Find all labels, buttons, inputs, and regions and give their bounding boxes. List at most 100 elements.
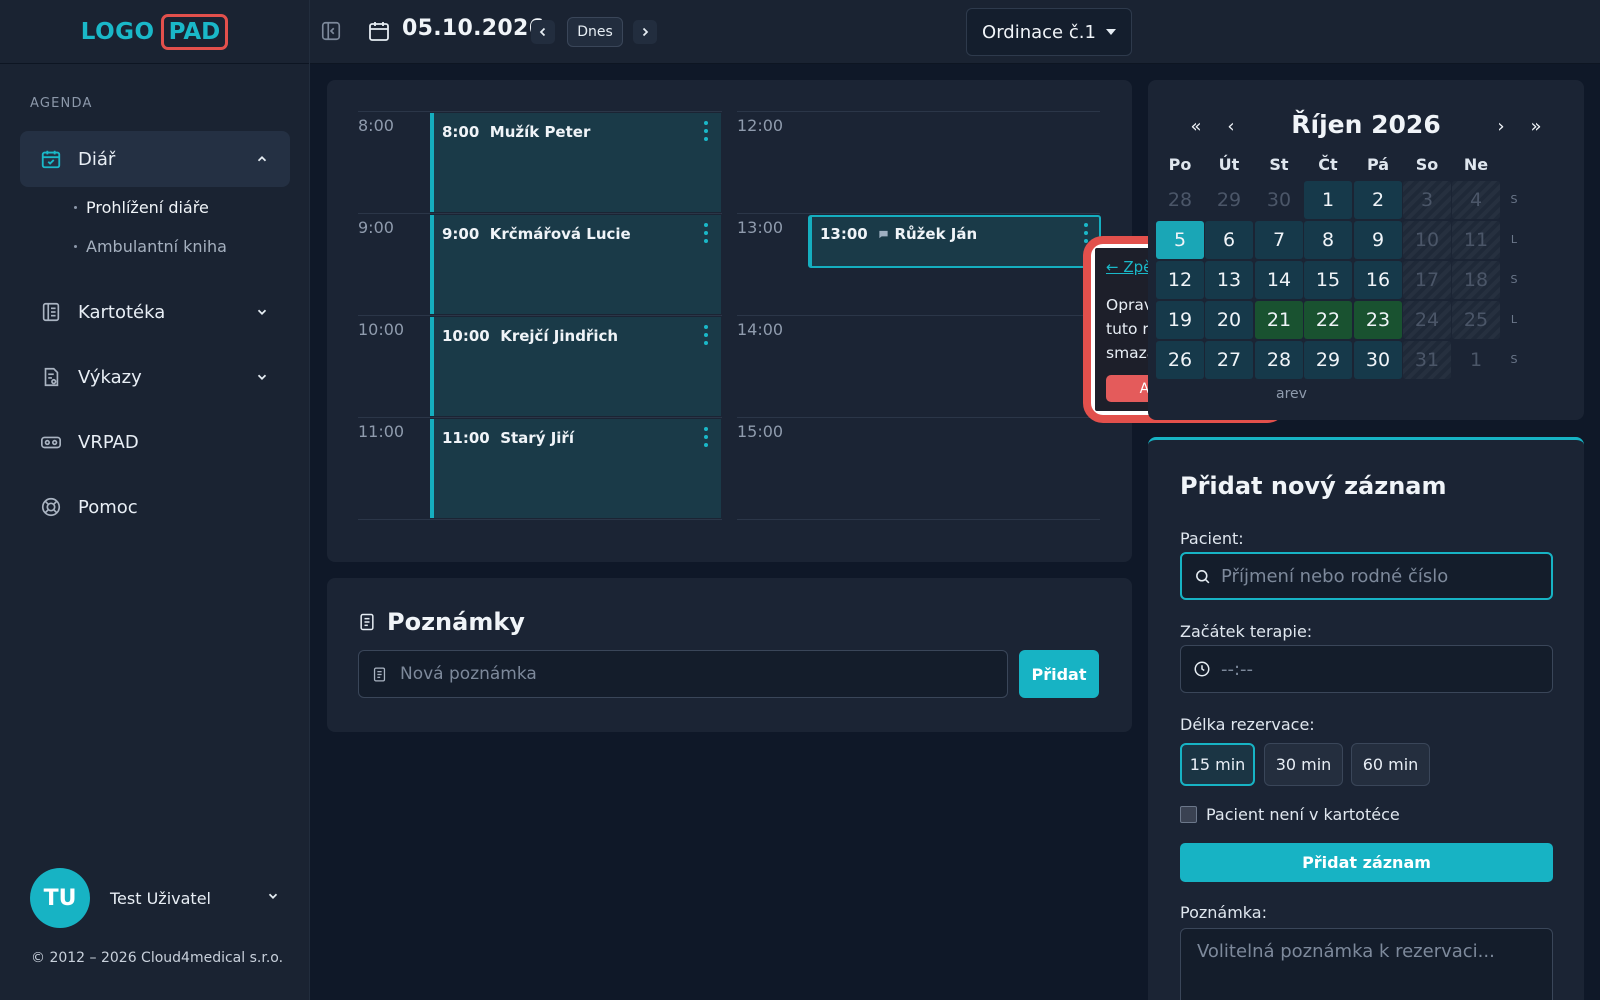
- user-menu[interactable]: TU Test Uživatel: [30, 868, 280, 928]
- appointment-card[interactable]: 11:00 Starý Jiří: [430, 419, 721, 518]
- last-month-button[interactable]: »: [1526, 116, 1546, 137]
- calendar-day[interactable]: 5: [1156, 221, 1204, 259]
- sidebar-item-diar[interactable]: Diář: [20, 131, 290, 187]
- not-in-registry-checkbox[interactable]: Pacient není v kartotéce: [1180, 805, 1400, 824]
- weekday-label: Ne: [1463, 155, 1489, 174]
- length-60-button[interactable]: 60 min: [1351, 743, 1430, 786]
- calendar-day[interactable]: 4: [1452, 181, 1500, 219]
- appointment-label: 8:00 Mužík Peter: [442, 123, 591, 141]
- chevron-up-icon: [252, 149, 272, 169]
- kebab-menu-icon[interactable]: [1083, 223, 1089, 243]
- kebab-menu-icon[interactable]: [703, 223, 709, 243]
- slot-divider: [737, 111, 1100, 112]
- calendar-day[interactable]: 27: [1205, 341, 1253, 379]
- calendar-day[interactable]: 29: [1304, 341, 1352, 379]
- calendar-day[interactable]: 29: [1205, 181, 1253, 219]
- calendar-day[interactable]: 11: [1452, 221, 1500, 259]
- calendar-day[interactable]: 15: [1304, 261, 1352, 299]
- office-select-value: Ordinace č.1: [982, 21, 1096, 43]
- calendar-day[interactable]: 28: [1156, 181, 1204, 219]
- add-note-button[interactable]: Přidat: [1019, 650, 1099, 698]
- calendar-title: Říjen 2026: [1291, 110, 1441, 139]
- bullet-dot: [74, 206, 77, 209]
- patient-search-input[interactable]: Příjmení nebo rodné číslo: [1180, 552, 1553, 600]
- calendar-day[interactable]: 24: [1403, 301, 1451, 339]
- next-day-button[interactable]: [633, 20, 657, 44]
- patient-search-placeholder: Příjmení nebo rodné číslo: [1221, 565, 1449, 587]
- new-note-placeholder: Nová poznámka: [400, 664, 537, 684]
- start-time-placeholder: --:--: [1221, 658, 1254, 680]
- office-select[interactable]: Ordinace č.1: [966, 8, 1132, 56]
- caret-down-icon: [1105, 29, 1116, 35]
- calendar-day[interactable]: 13: [1205, 261, 1253, 299]
- sidebar-item-kartoteka[interactable]: Kartotéka: [20, 284, 290, 340]
- calendar-day[interactable]: 7: [1255, 221, 1303, 259]
- length-30-button[interactable]: 30 min: [1264, 743, 1343, 786]
- calendar-day[interactable]: 17: [1403, 261, 1451, 299]
- calendar-day[interactable]: 1: [1452, 341, 1500, 379]
- length-15-button[interactable]: 15 min: [1180, 743, 1255, 786]
- search-icon: [1196, 569, 1210, 583]
- sidebar-item-vrpad[interactable]: VRPAD: [20, 414, 290, 470]
- calendar-day[interactable]: 28: [1255, 341, 1303, 379]
- appointment-card[interactable]: 10:00 Krejčí Jindřich: [430, 317, 721, 416]
- chevron-right-icon: [642, 27, 649, 37]
- next-month-button[interactable]: ›: [1491, 116, 1511, 137]
- sidebar-subitem-ambulantni-kniha[interactable]: Ambulantní kniha: [74, 237, 227, 256]
- kebab-menu-icon[interactable]: [703, 427, 709, 447]
- calendar-day[interactable]: 26: [1156, 341, 1204, 379]
- calendar-day[interactable]: 9: [1354, 221, 1402, 259]
- calendar-day[interactable]: 12: [1156, 261, 1204, 299]
- checkbox[interactable]: [1180, 806, 1197, 823]
- notes-title: Poznámky: [387, 608, 525, 636]
- slot-divider: [358, 417, 722, 418]
- appointment-card[interactable]: 8:00 Mužík Peter: [430, 113, 721, 212]
- add-record-button[interactable]: Přidat záznam: [1180, 843, 1553, 882]
- calendar-day[interactable]: 31: [1403, 341, 1451, 379]
- kebab-menu-icon[interactable]: [703, 325, 709, 345]
- current-date[interactable]: 05.10.2026: [402, 16, 544, 41]
- start-time-input[interactable]: --:--: [1180, 645, 1553, 693]
- weekday-label: Po: [1168, 155, 1192, 174]
- calendar-day[interactable]: 3: [1403, 181, 1451, 219]
- calendar-day[interactable]: 25: [1452, 301, 1500, 339]
- sidebar-subitem-prohlizeni[interactable]: Prohlížení diáře: [74, 198, 209, 217]
- weekday-label: Čt: [1318, 155, 1338, 174]
- calendar-day[interactable]: 10: [1403, 221, 1451, 259]
- today-button[interactable]: Dnes: [567, 17, 623, 47]
- prev-day-button[interactable]: [531, 20, 555, 44]
- calendar-day[interactable]: 14: [1255, 261, 1303, 299]
- note-textarea[interactable]: Volitelná poznámka k rezervaci...: [1180, 928, 1553, 1000]
- sidebar-item-vykazy[interactable]: Výkazy: [20, 349, 290, 405]
- time-label: 11:00: [358, 422, 405, 441]
- calendar-day[interactable]: 21: [1255, 301, 1303, 339]
- time-label: 10:00: [358, 320, 405, 339]
- calendar-day[interactable]: 18: [1452, 261, 1500, 299]
- calendar-day[interactable]: 8: [1304, 221, 1352, 259]
- calendar-day[interactable]: 16: [1354, 261, 1402, 299]
- calendar-day[interactable]: 2: [1354, 181, 1402, 219]
- appointment-card-selected[interactable]: 13:00 Růžek Ján: [808, 215, 1101, 268]
- kebab-menu-icon[interactable]: [703, 121, 709, 141]
- new-note-input[interactable]: Nová poznámka: [358, 650, 1008, 698]
- slot-divider: [737, 417, 1100, 418]
- sidebar-subitem-label: Ambulantní kniha: [86, 237, 227, 256]
- comment-icon: [879, 230, 888, 239]
- schedule-panel: 8:00 9:00 10:00 11:00 12:00 13:00 14:00 …: [327, 80, 1132, 562]
- calendar-day[interactable]: 22: [1304, 301, 1352, 339]
- calendar-day[interactable]: 1: [1304, 181, 1352, 219]
- calendar-day[interactable]: 30: [1354, 341, 1402, 379]
- calendar-day[interactable]: 30: [1255, 181, 1303, 219]
- start-time-label: Začátek terapie:: [1180, 622, 1313, 641]
- calendar-icon[interactable]: [367, 19, 393, 45]
- calendar-day[interactable]: 20: [1205, 301, 1253, 339]
- sidebar-collapse-icon[interactable]: [320, 20, 344, 44]
- calendar-day[interactable]: 6: [1205, 221, 1253, 259]
- notes-panel: Poznámky Nová poznámka Přidat: [327, 578, 1132, 732]
- week-parity-label: S: [1510, 273, 1518, 286]
- logo[interactable]: LOGO PAD: [0, 0, 309, 64]
- calendar-day[interactable]: 23: [1354, 301, 1402, 339]
- sidebar-item-pomoc[interactable]: Pomoc: [20, 479, 290, 535]
- calendar-day[interactable]: 19: [1156, 301, 1204, 339]
- appointment-card[interactable]: 9:00 Krčmářová Lucie: [430, 215, 721, 314]
